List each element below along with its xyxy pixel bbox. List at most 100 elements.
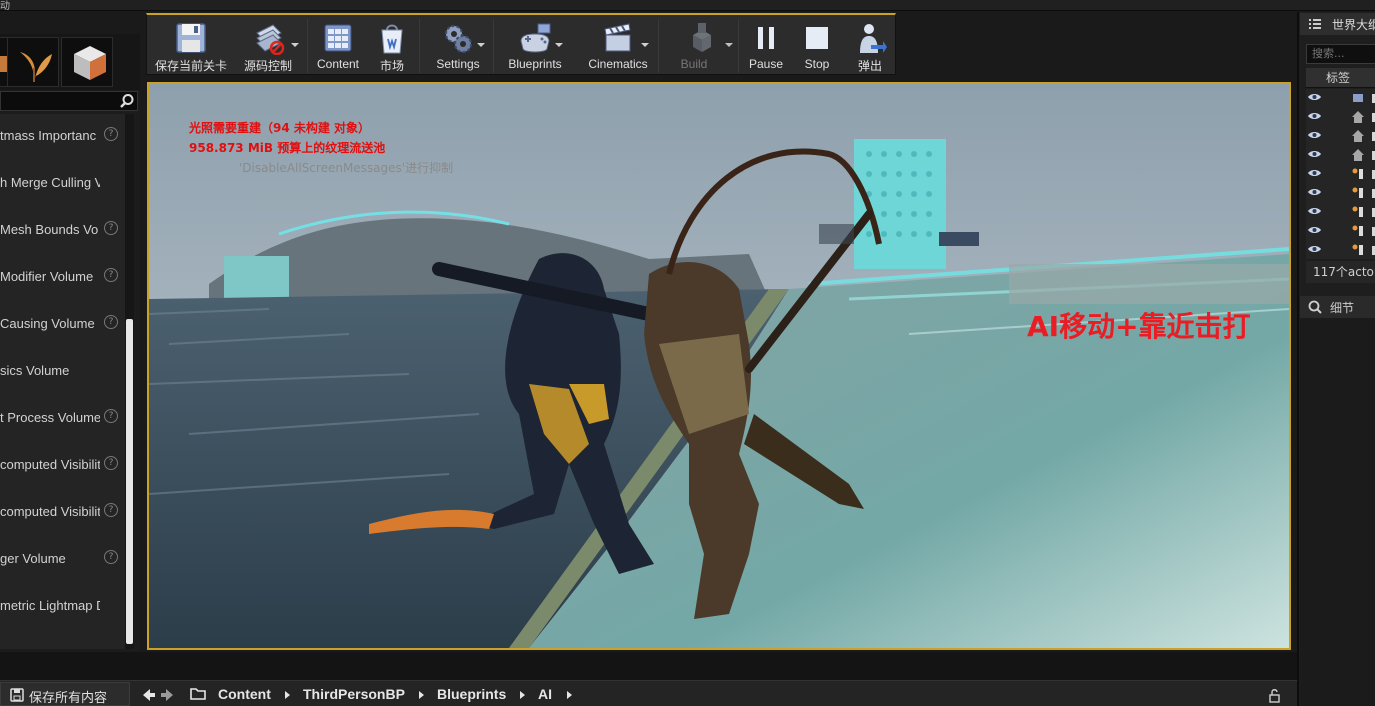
build-button[interactable]: Build (661, 15, 743, 75)
light-actor-icon (1352, 168, 1363, 179)
toolbar-divider (419, 19, 420, 73)
save-all-label: 保存所有内容 (29, 691, 108, 706)
content-button[interactable]: Content (311, 15, 365, 75)
world-outliner-tab[interactable]: 世界大纲 (1300, 13, 1375, 35)
chevron-down-icon[interactable] (555, 43, 563, 47)
stop-icon (806, 27, 828, 49)
table-row[interactable] (1306, 241, 1375, 259)
toolbar-divider (738, 19, 739, 73)
list-item[interactable]: Mesh Bounds Vo? (0, 208, 128, 255)
table-row[interactable] (1306, 108, 1375, 127)
level-viewport[interactable]: 光照需要重建（94 未构建 对象） 958.873 MiB 预算上的纹理流送池 … (147, 82, 1291, 650)
eye-icon[interactable] (1308, 226, 1321, 234)
history-nav (143, 689, 173, 701)
pause-button[interactable]: Pause (743, 15, 789, 75)
marketplace-label: 市场 (379, 59, 404, 73)
house-icon (1352, 130, 1364, 142)
stop-label: Stop (804, 57, 830, 71)
list-item[interactable]: ger Volume? (0, 537, 128, 584)
table-row[interactable] (1306, 222, 1375, 241)
foliage-thumbnail[interactable] (7, 37, 59, 87)
list-item-label: tmass Importanc (0, 128, 97, 143)
help-icon[interactable]: ? (104, 550, 118, 564)
toolbar-divider (307, 19, 308, 73)
breadcrumb-item[interactable]: Blueprints (437, 686, 506, 702)
list-item[interactable]: metric Lightmap Der (0, 584, 128, 631)
breadcrumb-item[interactable]: Content (218, 686, 271, 702)
chevron-down-icon[interactable] (725, 43, 733, 47)
details-tab[interactable]: 细节 (1300, 296, 1375, 318)
main-toolbar: 保存当前关卡 源码控制 Content 市场 Settings Blueprin… (146, 13, 896, 75)
source-control-button[interactable]: 源码控制 (233, 15, 303, 75)
list-item[interactable]: computed Visibilit? (0, 490, 128, 537)
marketplace-button[interactable]: 市场 (367, 15, 417, 75)
place-actors-panel: tmass Importanc? h Merge Culling Volu Me… (0, 34, 140, 652)
light-actor-icon (1352, 206, 1363, 217)
help-icon[interactable]: ? (104, 127, 118, 141)
table-row[interactable] (1306, 146, 1375, 165)
eye-icon[interactable] (1308, 93, 1321, 101)
forward-arrow-icon[interactable] (161, 689, 173, 701)
volume-list: tmass Importanc? h Merge Culling Volu Me… (0, 114, 128, 649)
chevron-down-icon[interactable] (641, 43, 649, 47)
back-arrow-icon[interactable] (143, 689, 155, 701)
chevron-down-icon[interactable] (291, 43, 299, 47)
blueprints-label: Blueprints (508, 57, 562, 71)
editor-root: 动 tmass Importanc ? h Merge Culling V Me… (0, 0, 1375, 706)
chevron-right-icon[interactable] (419, 691, 424, 699)
help-icon[interactable]: ? (104, 221, 118, 235)
actor-count: 117个actor (1306, 261, 1375, 283)
help-icon[interactable]: ? (104, 315, 118, 329)
chevron-right-icon[interactable] (567, 691, 572, 699)
blueprints-button[interactable]: Blueprints (495, 15, 575, 75)
eject-button[interactable]: 弹出 (845, 15, 895, 75)
list-item[interactable]: Modifier Volume? (0, 255, 128, 302)
eye-icon[interactable] (1308, 207, 1321, 215)
eye-icon[interactable] (1308, 245, 1321, 253)
list-item[interactable]: sics Volume (0, 349, 128, 396)
chevron-right-icon[interactable] (285, 691, 290, 699)
lock-icon[interactable] (1268, 689, 1282, 703)
table-row[interactable] (1306, 127, 1375, 146)
breadcrumb-item[interactable]: AI (538, 686, 552, 702)
toolbar-divider (493, 19, 494, 73)
eye-icon[interactable] (1308, 188, 1321, 196)
table-row[interactable] (1306, 89, 1375, 108)
house-icon (1352, 111, 1364, 123)
chevron-down-icon[interactable] (477, 43, 485, 47)
eye-icon[interactable] (1308, 112, 1321, 120)
list-item[interactable]: computed Visibilit? (0, 443, 128, 490)
cinematics-button[interactable]: Cinematics (573, 15, 663, 75)
folder-icon (190, 688, 206, 700)
outliner-list-icon (1309, 19, 1321, 29)
list-item[interactable]: h Merge Culling Volu (0, 161, 128, 208)
list-item[interactable]: tmass Importanc? (0, 114, 128, 161)
pause-label: Pause (748, 57, 784, 71)
outliner-column-header[interactable]: 标签 (1306, 68, 1375, 88)
save-all-button[interactable]: 保存所有内容 (0, 682, 130, 706)
eye-icon[interactable] (1308, 169, 1321, 177)
table-row[interactable] (1306, 203, 1375, 222)
breadcrumb-item[interactable]: ThirdPersonBP (303, 686, 405, 702)
scrollbar-thumb[interactable] (126, 319, 133, 644)
actor-search-input[interactable] (0, 91, 138, 111)
help-icon[interactable]: ? (104, 503, 118, 517)
save-current-level-button[interactable]: 保存当前关卡 (151, 15, 231, 75)
list-item[interactable]: Causing Volume? (0, 302, 128, 349)
window-title: 动 (0, 1, 10, 12)
house-icon (1352, 149, 1364, 161)
eye-icon[interactable] (1308, 150, 1321, 158)
help-icon[interactable]: ? (104, 456, 118, 470)
table-row[interactable] (1306, 165, 1375, 184)
table-row[interactable] (1306, 184, 1375, 203)
help-icon[interactable]: ? (104, 268, 118, 282)
stop-button[interactable]: Stop (794, 15, 840, 75)
outliner-search-input[interactable]: 搜索... (1306, 44, 1375, 64)
help-icon[interactable]: ? (104, 409, 118, 423)
geometry-thumbnail[interactable] (61, 37, 113, 87)
list-item[interactable]: t Process Volume? (0, 396, 128, 443)
settings-button[interactable]: Settings (423, 15, 493, 75)
light-actor-icon (1352, 187, 1363, 198)
eye-icon[interactable] (1308, 131, 1321, 139)
chevron-right-icon[interactable] (520, 691, 525, 699)
